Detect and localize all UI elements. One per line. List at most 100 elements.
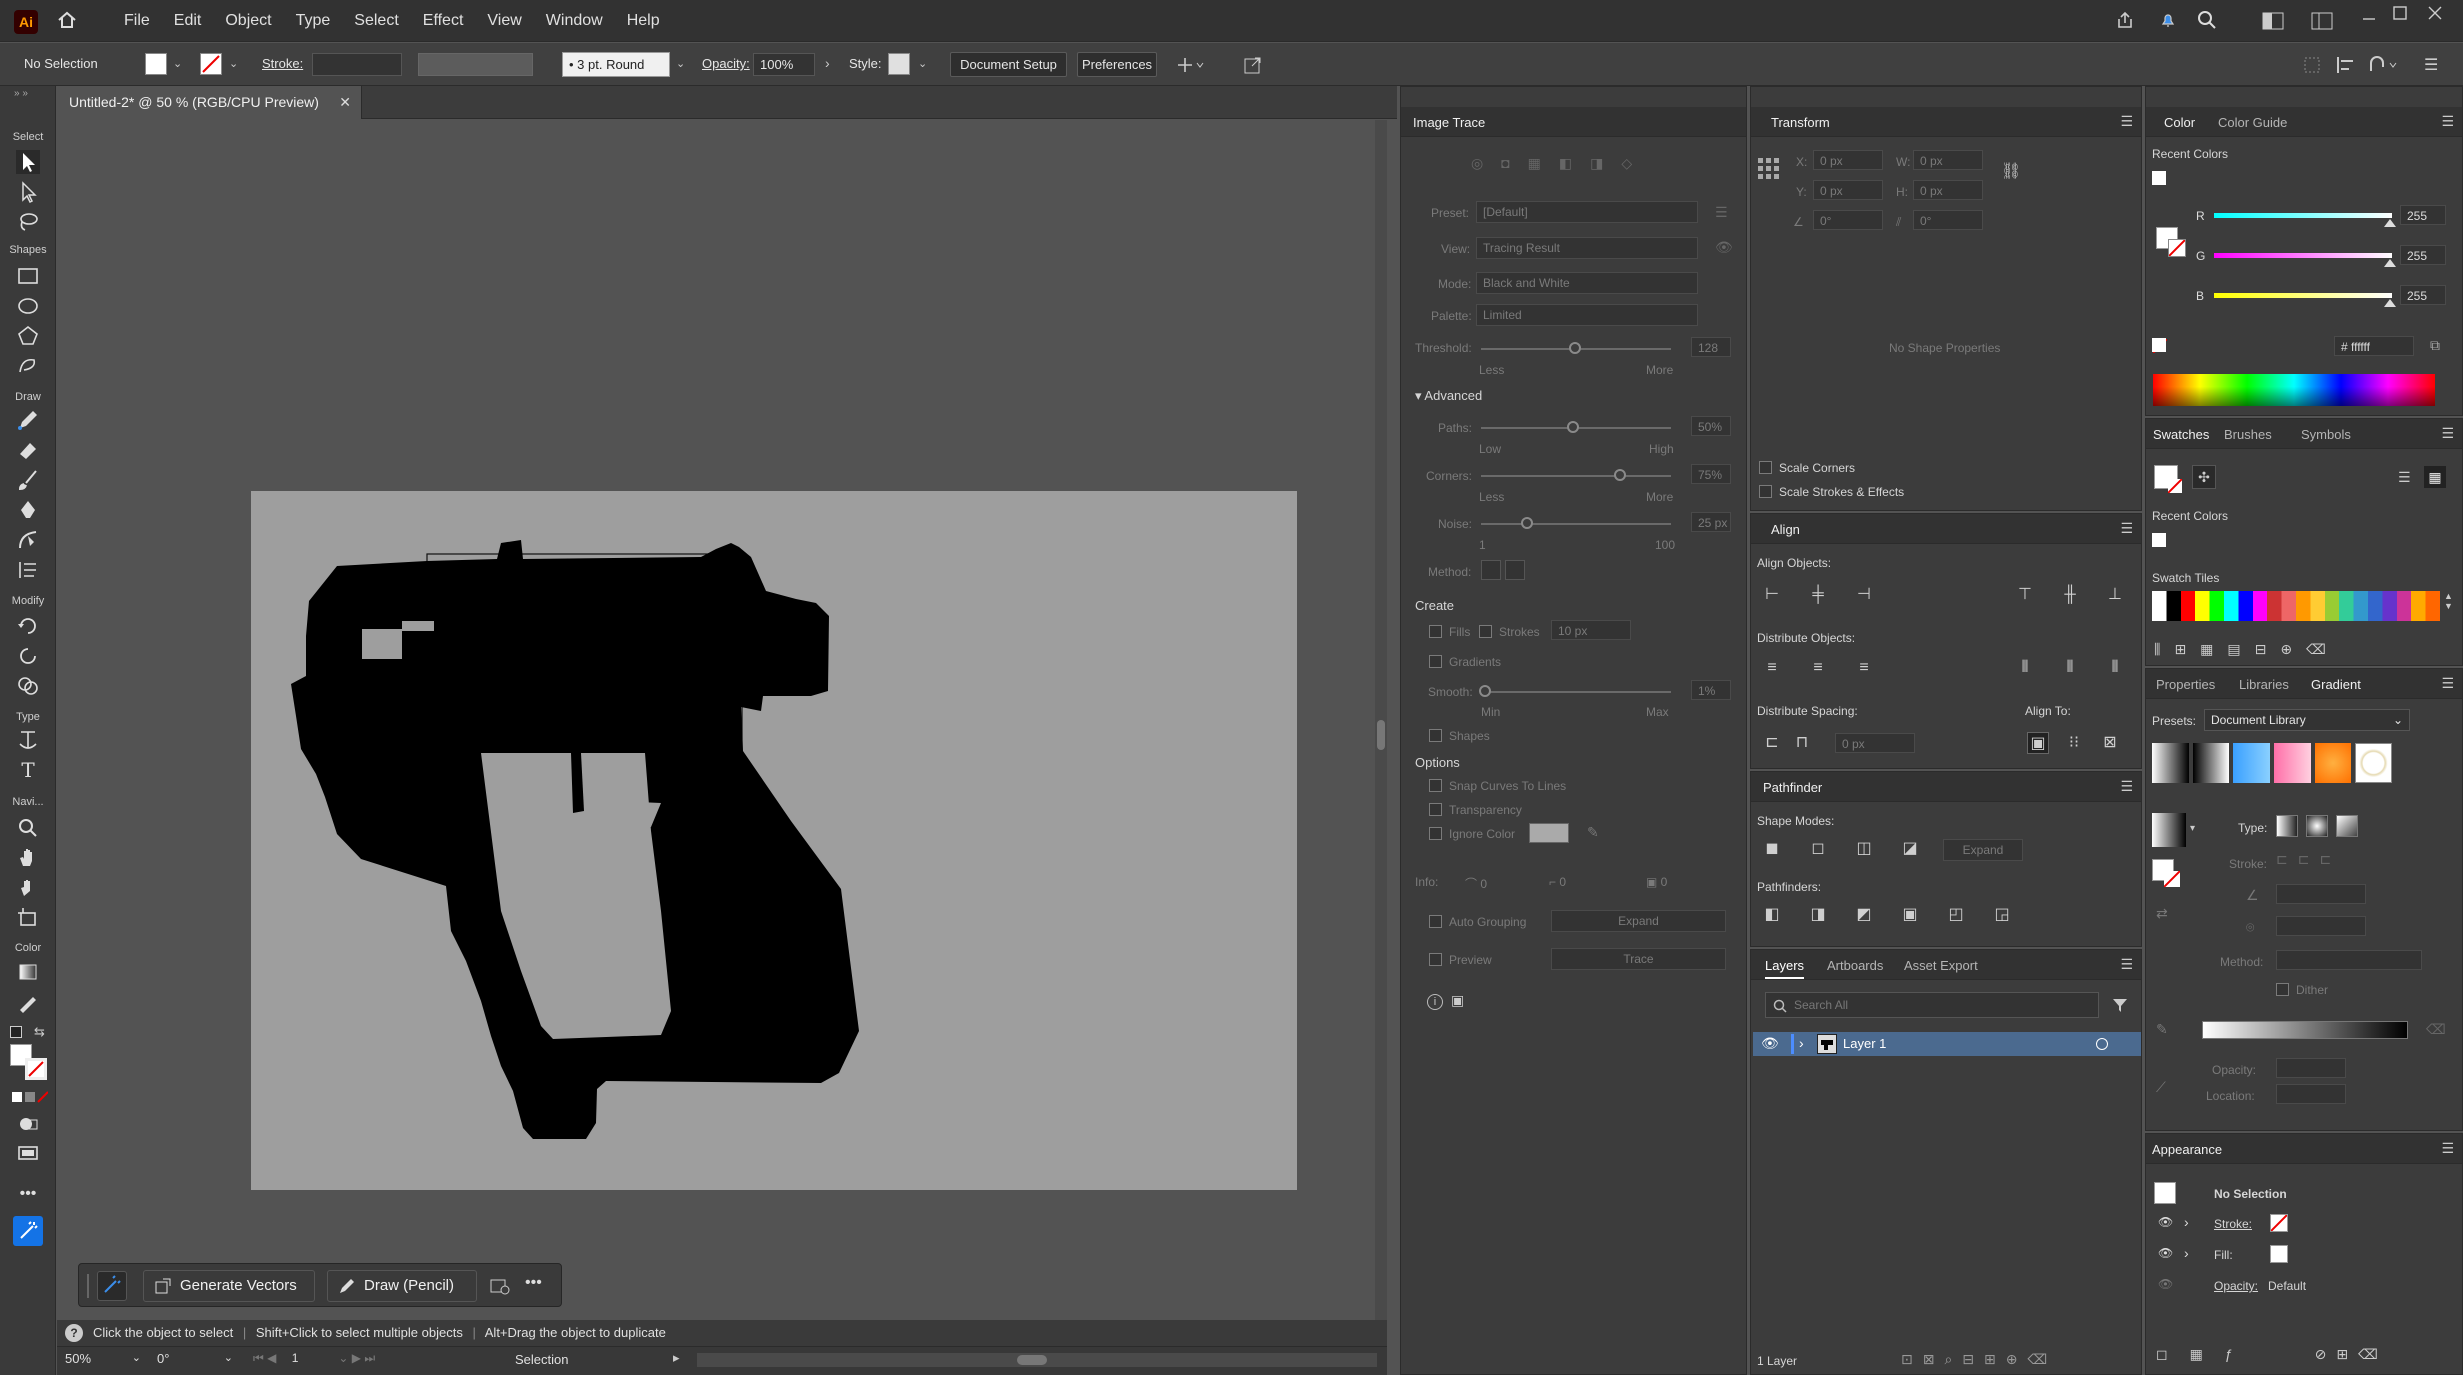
- fill-visibility-icon[interactable]: 👁: [2158, 1246, 2173, 1260]
- align-hcenter-icon[interactable]: ╪: [1807, 584, 1829, 606]
- task-bar-handle[interactable]: [87, 1274, 89, 1298]
- swatch-tiles-scroll[interactable]: ▲ ▼: [2444, 591, 2454, 621]
- minus-back-icon[interactable]: ◲: [1991, 904, 2013, 926]
- divide-icon[interactable]: ◧: [1761, 904, 1783, 926]
- b-field[interactable]: 255: [2400, 285, 2446, 305]
- appearance-opacity-label[interactable]: Opacity:: [2214, 1279, 2258, 1293]
- gradient-stroke-box[interactable]: [2163, 870, 2181, 888]
- distribute-bottom-icon[interactable]: ≡: [1853, 657, 1875, 679]
- help-icon[interactable]: ?: [65, 1324, 83, 1342]
- method-abutting-icon[interactable]: [1481, 560, 1501, 580]
- ignore-color-eyedropper-icon[interactable]: ✎: [1587, 824, 1599, 841]
- gradient-swatch[interactable]: [2152, 813, 2186, 847]
- preset-menu-icon[interactable]: ☰: [1715, 204, 1728, 221]
- tab-libraries[interactable]: Libraries: [2239, 677, 2289, 692]
- menu-effect[interactable]: Effect: [411, 12, 476, 30]
- y-field[interactable]: 0 px: [1813, 180, 1883, 200]
- gradient-presets-row[interactable]: [2152, 743, 2392, 783]
- fill-dropdown-icon[interactable]: ⌄: [173, 57, 182, 70]
- isolation-icon[interactable]: [2302, 55, 2322, 78]
- presets-select[interactable]: Document Library ⌄: [2204, 709, 2410, 731]
- transform-menu-icon[interactable]: ☰: [2120, 113, 2133, 130]
- variable-width-profile[interactable]: [418, 53, 533, 76]
- g-slider[interactable]: [2214, 253, 2392, 258]
- screen-mode-icon[interactable]: [16, 1142, 40, 1166]
- tab-brushes[interactable]: Brushes: [2224, 427, 2272, 442]
- pathfinder-menu-icon[interactable]: ☰: [2120, 778, 2133, 795]
- brush-dropdown-icon[interactable]: ⌄: [676, 57, 685, 70]
- appearance-stroke-swatch[interactable]: [2270, 1214, 2288, 1232]
- stop-location-field[interactable]: [2276, 1084, 2346, 1104]
- distribute-hcenter-icon[interactable]: ⫴: [2059, 657, 2081, 679]
- zoom-dropdown-icon[interactable]: ⌄: [132, 1351, 141, 1364]
- close-icon[interactable]: [2428, 6, 2442, 23]
- transparency-checkbox[interactable]: [1429, 803, 1442, 816]
- silhouette-artwork[interactable]: [251, 491, 1297, 1190]
- info-circle-icon[interactable]: i: [1427, 994, 1443, 1010]
- delete-stop-icon[interactable]: ⌫: [2426, 1021, 2446, 1038]
- snap-checkbox[interactable]: [1429, 779, 1442, 792]
- preset-select[interactable]: [Default]: [1476, 201, 1698, 223]
- appearance-stroke-label[interactable]: Stroke:: [2214, 1217, 2252, 1231]
- gradient-preset[interactable]: [2355, 743, 2392, 783]
- menu-view[interactable]: View: [475, 12, 533, 30]
- document-tab[interactable]: Untitled-2* @ 50 % (RGB/CPU Preview) ✕: [57, 86, 362, 119]
- opacity-field[interactable]: 100%: [753, 53, 815, 76]
- stop-opacity-field[interactable]: [2276, 1058, 2346, 1078]
- menu-type[interactable]: Type: [284, 12, 343, 30]
- task-bar-more-icon[interactable]: •••: [525, 1274, 542, 1292]
- swatches-footer-icons[interactable]: ⫼⊞▦▤⊟⊕⌫: [2154, 641, 2340, 658]
- smooth-knob[interactable]: [1479, 685, 1491, 697]
- appearance-fill-swatch[interactable]: [2270, 1245, 2288, 1263]
- tab-properties[interactable]: Properties: [2156, 677, 2215, 692]
- maximize-icon[interactable]: [2393, 6, 2407, 23]
- reference-point-icon[interactable]: [1757, 157, 1781, 181]
- b-slider-knob[interactable]: [2384, 299, 2396, 307]
- reverse-gradient-icon[interactable]: ⇄: [2156, 905, 2168, 922]
- w-field[interactable]: 0 px: [1913, 150, 1983, 170]
- r-slider[interactable]: [2214, 213, 2392, 218]
- align-to-artboard-icon[interactable]: ⊠: [2099, 732, 2121, 754]
- grid-view-icon[interactable]: ▦: [2424, 466, 2446, 488]
- tab-artboards[interactable]: Artboards: [1827, 958, 1883, 973]
- artboard-tool-icon[interactable]: [16, 906, 40, 930]
- minus-front-icon[interactable]: ◻: [1807, 838, 1829, 860]
- gradient-aspect-field[interactable]: [2276, 916, 2366, 936]
- h-field[interactable]: 0 px: [1913, 180, 1983, 200]
- brush-definition[interactable]: • 3 pt. Round: [562, 52, 670, 77]
- close-tab-icon[interactable]: ✕: [339, 86, 351, 119]
- gradient-preset[interactable]: [2152, 743, 2189, 783]
- gradient-eyedropper-icon[interactable]: ✎: [2156, 1021, 2168, 1038]
- paths-knob[interactable]: [1567, 421, 1579, 433]
- distribute-top-icon[interactable]: ≡: [1761, 657, 1783, 679]
- gradient-swatch-dropdown-icon[interactable]: ▾: [2190, 823, 2195, 834]
- opacity-label[interactable]: Opacity:: [702, 56, 750, 71]
- g-slider-knob[interactable]: [2384, 259, 2396, 267]
- none-black-white-swatches[interactable]: [2152, 338, 2200, 354]
- stroke-dropdown-icon[interactable]: ⌄: [229, 57, 238, 70]
- ignore-color-checkbox[interactable]: [1429, 827, 1442, 840]
- b-slider[interactable]: [2214, 293, 2392, 298]
- draw-pencil-button[interactable]: Draw (Pencil): [327, 1270, 477, 1302]
- dither-checkbox[interactable]: [2276, 983, 2289, 996]
- rotate-view-tool-icon[interactable]: [16, 876, 40, 900]
- default-fill-stroke-icon[interactable]: [10, 1026, 22, 1038]
- color-recent-swatches[interactable]: [2152, 171, 2452, 187]
- canvas-area[interactable]: [57, 120, 1387, 1327]
- rotation-field[interactable]: 0° ⌄: [157, 1351, 237, 1371]
- palette-select[interactable]: Limited: [1476, 304, 1698, 326]
- layers-menu-icon[interactable]: ☰: [2120, 956, 2133, 973]
- threshold-knob[interactable]: [1569, 342, 1581, 354]
- color-spectrum[interactable]: [2153, 374, 2435, 406]
- menu-object[interactable]: Object: [213, 12, 283, 30]
- stroke-width-field[interactable]: 10 px: [1551, 620, 1631, 640]
- style-dropdown-icon[interactable]: ⌄: [918, 57, 927, 70]
- swatches-recent-row[interactable]: [2152, 533, 2452, 549]
- pathfinder-title[interactable]: Pathfinder: [1763, 780, 1822, 795]
- corners-knob[interactable]: [1614, 469, 1626, 481]
- preview-checkbox[interactable]: [1429, 953, 1442, 966]
- shape-builder-tool-icon[interactable]: [16, 674, 40, 698]
- generative-ai-icon[interactable]: [13, 1216, 43, 1246]
- radial-gradient-icon[interactable]: [2306, 815, 2328, 837]
- workspace-icon[interactable]: [2262, 12, 2284, 33]
